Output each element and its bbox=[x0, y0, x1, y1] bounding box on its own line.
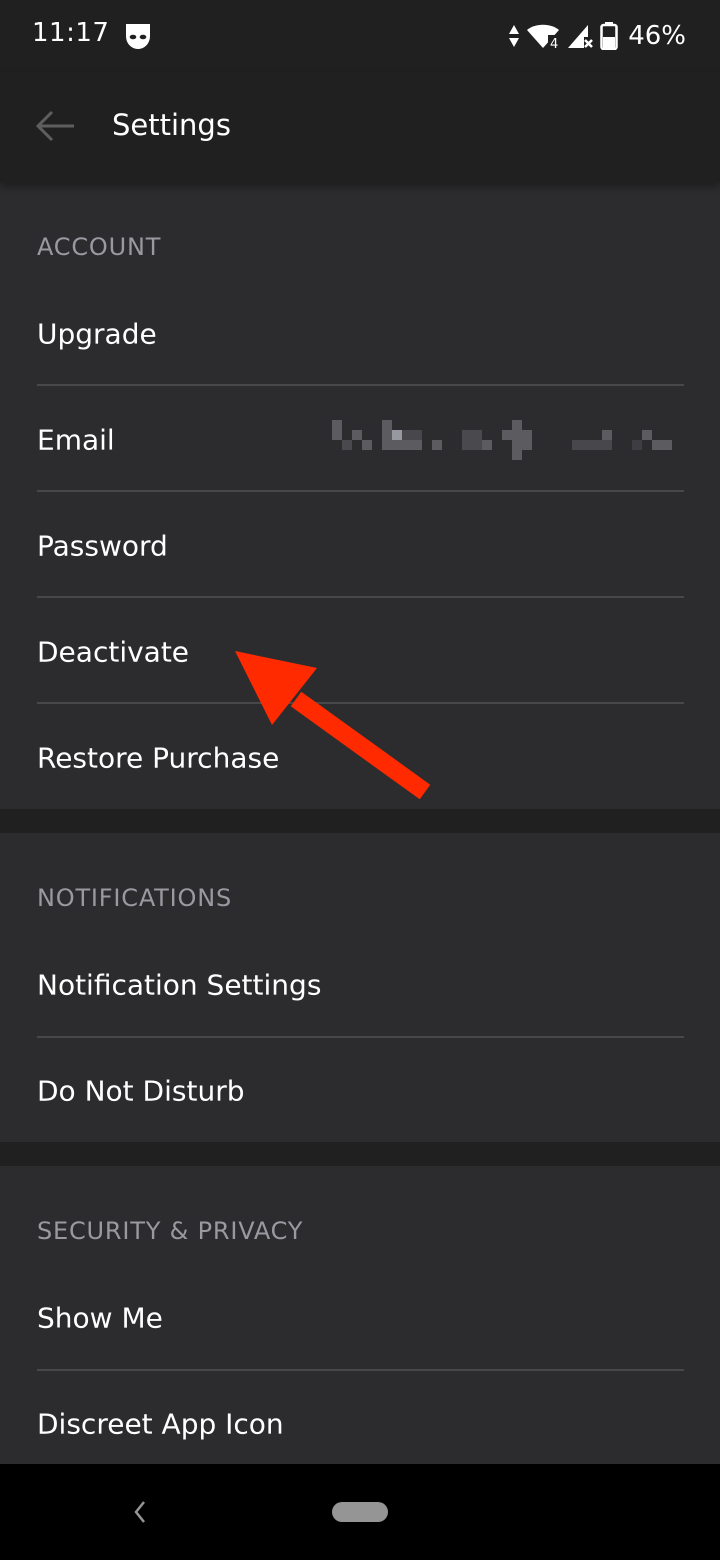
row-do-not-disturb[interactable]: Do Not Disturb bbox=[0, 1038, 720, 1144]
chevron-left-icon[interactable] bbox=[128, 1498, 152, 1526]
row-restore-purchase[interactable]: Restore Purchase bbox=[0, 705, 720, 811]
system-nav-bar bbox=[0, 1464, 720, 1560]
row-label: Discreet App Icon bbox=[37, 1407, 284, 1441]
status-time: 11:17 bbox=[32, 18, 110, 48]
divider bbox=[37, 384, 684, 386]
section-security-privacy: SECURITY & PRIVACY Show Me Discreet App … bbox=[0, 1166, 720, 1464]
row-label: Deactivate bbox=[37, 635, 190, 669]
section-header-notifications: NOTIFICATIONS bbox=[37, 884, 232, 912]
app-bar: Settings bbox=[0, 72, 720, 183]
row-label: Restore Purchase bbox=[37, 741, 280, 775]
wifi-icon: 4 bbox=[527, 24, 561, 49]
divider bbox=[37, 596, 684, 598]
row-show-me[interactable]: Show Me bbox=[0, 1265, 720, 1371]
grindr-mask-icon bbox=[126, 24, 150, 49]
status-icons: 4 46% bbox=[508, 20, 686, 52]
section-header-account: ACCOUNT bbox=[37, 233, 162, 261]
battery-icon bbox=[600, 22, 618, 50]
battery-percent: 46% bbox=[628, 21, 686, 51]
row-label: Notification Settings bbox=[37, 968, 322, 1002]
row-deactivate[interactable]: Deactivate bbox=[0, 599, 720, 705]
section-notifications: NOTIFICATIONS Notification Settings Do N… bbox=[0, 833, 720, 1142]
divider bbox=[37, 490, 684, 492]
row-label: Password bbox=[37, 529, 168, 563]
row-notification-settings[interactable]: Notification Settings bbox=[0, 932, 720, 1038]
row-label: Email bbox=[37, 423, 115, 457]
page-title: Settings bbox=[112, 108, 231, 142]
section-account: ACCOUNT Upgrade Email Password Deactivat… bbox=[0, 183, 720, 809]
arrow-left-icon bbox=[35, 110, 74, 142]
back-button[interactable] bbox=[30, 106, 82, 146]
home-pill-icon[interactable] bbox=[332, 1502, 388, 1522]
data-activity-icon bbox=[509, 25, 520, 47]
row-discreet-app-icon[interactable]: Discreet App Icon bbox=[0, 1371, 720, 1477]
row-label: Show Me bbox=[37, 1301, 163, 1335]
row-upgrade[interactable]: Upgrade bbox=[0, 281, 720, 387]
row-label: Upgrade bbox=[37, 317, 157, 351]
wifi-badge: 4 bbox=[550, 37, 558, 49]
status-bar: 11:17 4 46% bbox=[0, 0, 720, 72]
cell-signal-no-service-icon bbox=[568, 25, 594, 48]
divider bbox=[37, 702, 684, 704]
row-email[interactable]: Email bbox=[0, 387, 720, 493]
section-header-security-privacy: SECURITY & PRIVACY bbox=[37, 1217, 304, 1245]
email-value-redacted bbox=[332, 420, 672, 460]
row-password[interactable]: Password bbox=[0, 493, 720, 599]
row-label: Do Not Disturb bbox=[37, 1074, 245, 1108]
